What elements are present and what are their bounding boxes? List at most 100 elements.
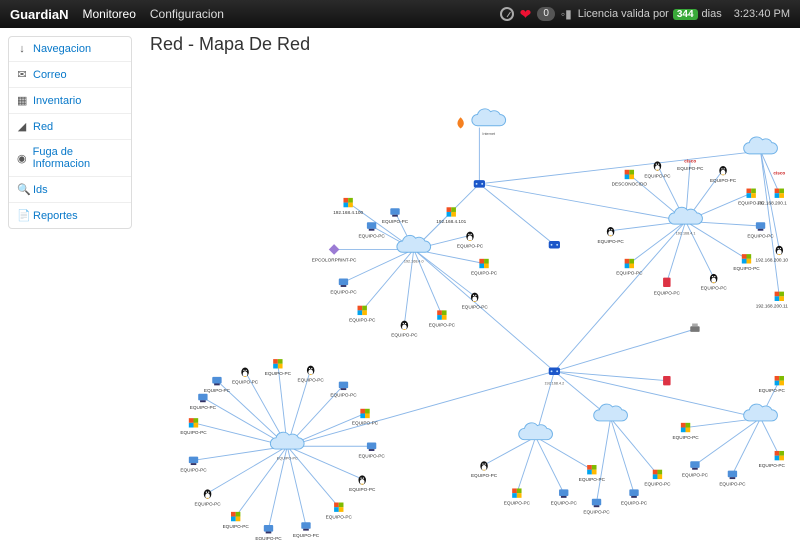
sidebar-item-label: Fuga de Informacion bbox=[33, 146, 123, 170]
node-host[interactable]: EQUIPO-PC bbox=[504, 488, 531, 505]
node-host[interactable]: EQUIPO-PC bbox=[672, 423, 699, 440]
node-subnet-c[interactable] bbox=[744, 137, 778, 154]
node-subnet-g[interactable]: EQUIPO-PC bbox=[270, 432, 304, 460]
node-host[interactable]: EQUIPO-PC bbox=[391, 321, 418, 338]
sidebar-item-reportes[interactable]: 📄 Reportes bbox=[9, 203, 131, 228]
node-host[interactable]: EQUIPO-PC bbox=[471, 461, 498, 478]
sidebar-item-inventario[interactable]: ▦ Inventario bbox=[9, 88, 131, 114]
svg-text:EQUIPO-PC: EQUIPO-PC bbox=[462, 304, 489, 309]
svg-text:DESCONOCIDO: DESCONOCIDO bbox=[612, 182, 648, 187]
node-host[interactable]: EQUIPO-PC bbox=[349, 306, 376, 323]
svg-text:192.168.4.2: 192.168.4.2 bbox=[544, 381, 564, 385]
heart-icon[interactable]: ❤ bbox=[520, 6, 532, 23]
sidebar-item-navegacion[interactable]: ↓ Navegacion bbox=[9, 37, 131, 62]
mail-icon: ✉ bbox=[17, 68, 27, 81]
node-host[interactable] bbox=[663, 376, 670, 385]
node-host[interactable]: EQUIPO-PC bbox=[190, 394, 217, 410]
nav-configuracion[interactable]: Configuracion bbox=[150, 7, 224, 21]
node-host[interactable]: EQUIPO-PC bbox=[204, 377, 231, 393]
node-host[interactable]: EQUIPO-PC bbox=[701, 274, 728, 291]
sidebar-item-correo[interactable]: ✉ Correo bbox=[9, 62, 131, 88]
node-host[interactable]: 192.168.4.101 bbox=[436, 207, 466, 224]
node-host[interactable] bbox=[690, 323, 699, 331]
brand[interactable]: GuardiaN bbox=[10, 7, 69, 22]
node-host[interactable]: EQUIPO-PC bbox=[326, 503, 353, 520]
node-subnet-e[interactable] bbox=[519, 423, 553, 440]
node-host[interactable]: EQUIPO-PC bbox=[265, 359, 292, 376]
svg-text:EQUIPO-PC: EQUIPO-PC bbox=[382, 219, 409, 224]
network-map-svg[interactable]: cisco bbox=[140, 62, 800, 540]
node-subnet-d[interactable] bbox=[744, 404, 778, 421]
svg-text:EQUIPO-PC: EQUIPO-PC bbox=[747, 233, 774, 238]
node-host[interactable]: 192.168.200.1 bbox=[757, 189, 787, 206]
sidebar-item-fuga[interactable]: ◉ Fuga de Informacion bbox=[9, 140, 131, 177]
node-host[interactable]: EQUIPO-PC bbox=[298, 366, 325, 383]
node-host[interactable]: EQUIPO-PC bbox=[457, 232, 484, 249]
svg-text:EQUIPO-PC: EQUIPO-PC bbox=[583, 510, 610, 515]
svg-text:EQUIPO-PC: EQUIPO-PC bbox=[457, 244, 484, 249]
signal-icon: ◦▮ bbox=[561, 7, 572, 21]
svg-text:192.168.200.10: 192.168.200.10 bbox=[756, 258, 789, 263]
node-host[interactable]: EQUIPO-PC bbox=[719, 471, 746, 487]
node-host[interactable]: EQUIPO-PC bbox=[255, 525, 282, 540]
node-host[interactable]: EQUIPO-PC bbox=[759, 451, 786, 468]
node-host[interactable]: 192.168.200.11 bbox=[756, 292, 789, 309]
file-icon: 📄 bbox=[17, 209, 27, 222]
svg-text:192.168.200.1: 192.168.200.1 bbox=[757, 200, 787, 205]
node-host[interactable]: EQUIPO-PC bbox=[644, 470, 671, 487]
node-host[interactable]: EQUIPO-PC bbox=[330, 382, 357, 398]
svg-text:EQUIPO-PC: EQUIPO-PC bbox=[597, 239, 624, 244]
svg-text:EQUIPO-PC: EQUIPO-PC bbox=[644, 482, 671, 487]
node-host[interactable]: EQUIPO-PC bbox=[358, 443, 385, 459]
clock: 3:23:40 PM bbox=[734, 8, 790, 20]
node-firewall[interactable] bbox=[457, 117, 463, 128]
svg-text:EQUIPO-PC: EQUIPO-PC bbox=[733, 266, 760, 271]
node-host[interactable]: EQUIPO-PC bbox=[232, 368, 259, 385]
node-host[interactable]: EQUIPO-PC bbox=[654, 278, 681, 296]
top-navbar: GuardiaN Monitoreo Configuracion ❤ 0 ◦▮ … bbox=[0, 0, 800, 28]
node-router[interactable] bbox=[549, 241, 560, 248]
node-host[interactable]: EQUIPO-PC bbox=[583, 499, 610, 515]
svg-text:EQUIPO-PC: EQUIPO-PC bbox=[471, 271, 498, 276]
main-content: Red - Mapa De Red cisco bbox=[140, 28, 800, 540]
node-core-router[interactable] bbox=[474, 180, 485, 187]
gauge-icon[interactable] bbox=[500, 7, 514, 21]
node-host[interactable]: EQUIPO-PC bbox=[223, 512, 250, 529]
node-host[interactable]: EQUIPO-PC bbox=[759, 376, 786, 393]
node-host[interactable]: EQUIPO-PC bbox=[429, 310, 456, 327]
node-host[interactable]: EQUIPO-PC bbox=[358, 222, 385, 238]
sidebar-item-ids[interactable]: 🔍 Ids bbox=[9, 177, 131, 203]
node-host[interactable]: EQUIPO-PC bbox=[462, 293, 489, 310]
sidebar-item-red[interactable]: ◢ Red bbox=[9, 114, 131, 140]
grid-icon: ▦ bbox=[17, 94, 27, 107]
node-host[interactable]: EQUIPO-PC bbox=[349, 475, 376, 492]
eye-icon: ◉ bbox=[17, 152, 27, 165]
nav-monitoreo[interactable]: Monitoreo bbox=[83, 7, 136, 21]
node-host[interactable]: DESCONOCIDO bbox=[612, 170, 648, 187]
node-host[interactable]: EQUIPO-PC bbox=[293, 522, 320, 538]
svg-text:192.168.4.101: 192.168.4.101 bbox=[436, 219, 466, 224]
node-host[interactable]: EQUIPO-PC bbox=[194, 489, 221, 506]
alert-count-badge[interactable]: 0 bbox=[537, 7, 555, 21]
node-host[interactable]: EQUIPO-PC bbox=[330, 279, 357, 295]
node-host[interactable]: 192.168.200.10 bbox=[756, 246, 789, 263]
svg-text:EQUIPO-PC: EQUIPO-PC bbox=[223, 524, 250, 529]
node-host[interactable]: EQUIPO-PC bbox=[616, 259, 643, 276]
svg-text:EQUIPO-PC: EQUIPO-PC bbox=[654, 290, 681, 295]
node-host[interactable]: EQUIPO-PC bbox=[682, 461, 709, 477]
node-host[interactable]: EQUIPO-PC bbox=[621, 489, 648, 505]
node-subnet-f[interactable] bbox=[594, 404, 628, 421]
license-status: Licencia valida por 344 dias bbox=[578, 8, 722, 20]
license-suffix: dias bbox=[702, 8, 722, 20]
node-cisco[interactable] bbox=[773, 170, 785, 175]
node-unknown[interactable]: EPCOLORPRINT-PC bbox=[312, 244, 357, 262]
license-days-badge: 344 bbox=[673, 9, 698, 20]
node-host[interactable]: EQUIPO-PC bbox=[180, 418, 207, 435]
node-host[interactable]: EQUIPO-PC bbox=[551, 489, 578, 505]
svg-text:EQUIPO-PC: EQUIPO-PC bbox=[616, 271, 643, 276]
node-host[interactable]: EQUIPO-PC bbox=[710, 166, 737, 183]
node-host[interactable]: EQUIPO-PC bbox=[382, 208, 409, 224]
network-map[interactable]: cisco bbox=[140, 62, 800, 540]
node-internet[interactable]: Internet bbox=[472, 109, 506, 136]
node-host[interactable]: 192.168.4.100 bbox=[333, 198, 363, 215]
